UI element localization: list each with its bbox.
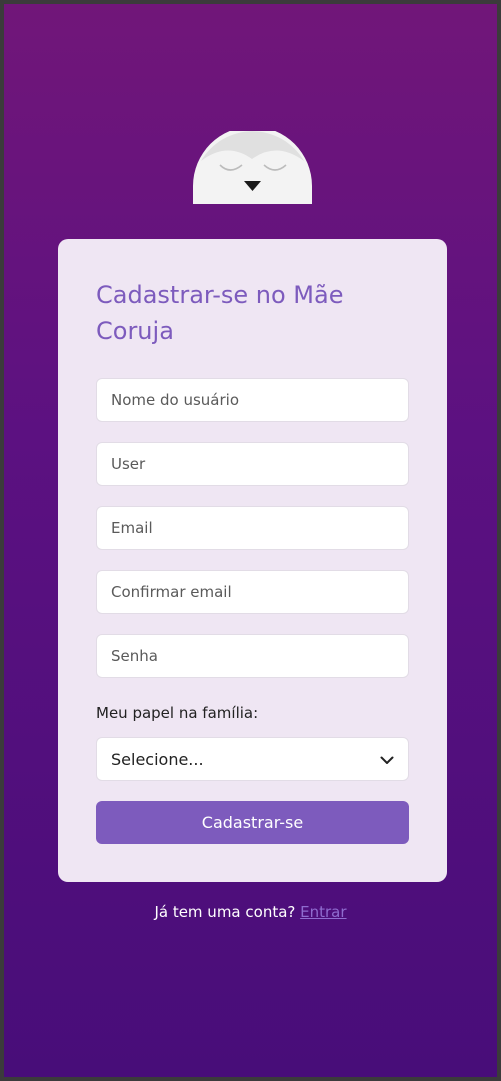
chevron-down-icon: [380, 750, 394, 769]
signup-button[interactable]: Cadastrar-se: [96, 801, 409, 844]
form-title: Cadastrar-se no Mãe Coruja: [96, 281, 344, 345]
name-input[interactable]: [96, 378, 409, 422]
password-input[interactable]: [96, 634, 409, 678]
page-background: Cadastrar-se no Mãe Coruja Meu papel na …: [4, 4, 497, 1077]
role-select[interactable]: Selecione...: [96, 737, 409, 781]
login-link[interactable]: Entrar: [300, 903, 346, 921]
login-prompt: Já tem uma conta? Entrar: [4, 903, 497, 921]
email-input[interactable]: [96, 506, 409, 550]
role-select-value: Selecione...: [111, 749, 204, 769]
confirm-email-input[interactable]: [96, 570, 409, 614]
signup-card: Cadastrar-se no Mãe Coruja Meu papel na …: [58, 239, 447, 882]
sleeping-owl-icon: [192, 126, 313, 204]
login-prompt-text: Já tem uma conta?: [154, 903, 296, 921]
role-label: Meu papel na família:: [96, 704, 259, 722]
user-input[interactable]: [96, 442, 409, 486]
